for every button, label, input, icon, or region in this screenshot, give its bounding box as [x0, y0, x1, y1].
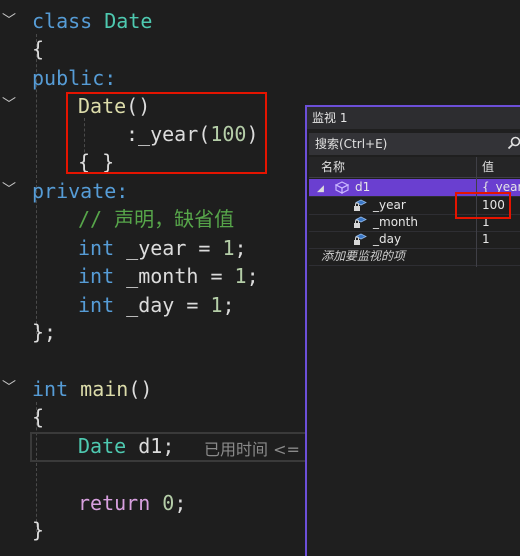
code-line-14: {	[32, 405, 45, 429]
fold-chevron-icon[interactable]: ﹀	[2, 98, 16, 112]
code-line-7: private:	[32, 179, 129, 203]
watch-item-name: _month	[373, 215, 418, 229]
fold-chevron-icon[interactable]: ﹀	[2, 183, 16, 197]
watch-item-name: _year	[373, 198, 406, 212]
code-line-17: }	[32, 518, 45, 542]
code-line-12: };	[32, 320, 57, 344]
code-line-8: // 声明，缺省值	[78, 207, 235, 231]
code-line-16: return 0;	[78, 491, 187, 515]
private-member-icon	[354, 199, 367, 211]
watch-row-day[interactable]: _day 1	[309, 231, 520, 248]
watch-column-header: 名称 值	[309, 157, 520, 178]
add-watch-placeholder[interactable]: 添加要监视的项	[321, 248, 405, 265]
object-icon	[335, 181, 349, 194]
elapsed-time-hint: 已用时间 <=	[204, 440, 300, 459]
private-member-icon	[354, 233, 367, 245]
watch-item-name: _day	[373, 232, 402, 246]
column-name-header[interactable]: 名称	[321, 157, 345, 177]
fold-chevron-icon[interactable]: ﹀	[2, 381, 16, 395]
search-placeholder: 搜索(Ctrl+E)	[315, 137, 388, 151]
watch-window[interactable]: 监视 1 搜索(Ctrl+E) 名称 值 ◢ d1 {_year= _year …	[305, 105, 520, 556]
code-line-15: Date d1;	[78, 434, 175, 458]
code-line-1: class Date	[32, 9, 153, 33]
watch-item-value[interactable]: 1	[482, 231, 490, 248]
code-line-9: int _year = 1;	[78, 236, 247, 260]
watch-add-item-row[interactable]: 添加要监视的项	[309, 248, 520, 265]
watch-item-name: d1	[355, 180, 371, 194]
search-icon[interactable]	[507, 136, 520, 150]
code-line-3: public:	[32, 66, 117, 90]
fold-chevron-icon[interactable]: ﹀	[2, 14, 16, 28]
code-line-11: int _day = 1;	[78, 293, 235, 317]
watch-search-input[interactable]: 搜索(Ctrl+E)	[309, 133, 520, 155]
column-value-header[interactable]: 值	[482, 157, 494, 177]
code-line-2: {	[32, 37, 45, 61]
value-highlight-box	[455, 192, 511, 219]
code-line-13: int main()	[32, 377, 153, 401]
watch-title: 监视 1	[307, 107, 520, 129]
constructor-highlight-box	[66, 92, 267, 174]
private-member-icon	[354, 216, 367, 228]
code-line-10: int _month = 1;	[78, 264, 259, 288]
row-divider	[309, 265, 520, 266]
